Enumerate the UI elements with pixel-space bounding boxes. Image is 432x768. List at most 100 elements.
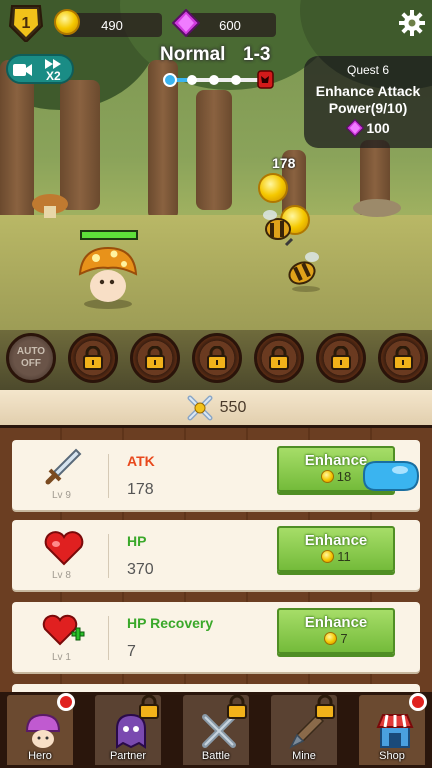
sword-icon bbox=[45, 448, 82, 485]
notification-dot bbox=[409, 693, 427, 711]
upgrade-card: Lv 1 HP Recovery 7 Enhance 7 bbox=[12, 602, 420, 672]
coin-icon bbox=[320, 470, 334, 483]
coin-count: 490 bbox=[101, 17, 123, 33]
shop-stall-icon bbox=[376, 714, 414, 748]
enhance-cost-value: 11 bbox=[337, 549, 351, 564]
heart-plus-icon bbox=[42, 614, 85, 646]
lock-icon bbox=[269, 346, 289, 370]
tree-trunk bbox=[196, 90, 232, 210]
gem-icon bbox=[172, 9, 200, 37]
auto-state: OFF bbox=[21, 358, 41, 369]
video-speed-button[interactable]: X2 bbox=[6, 54, 74, 84]
upgrade-value: 178 bbox=[127, 481, 154, 498]
locked-skill-slot[interactable] bbox=[254, 333, 304, 383]
enhance-button[interactable]: Enhance 7 bbox=[277, 608, 395, 654]
nav-label: Battle bbox=[201, 750, 231, 762]
player-level-badge[interactable]: 1 bbox=[8, 4, 44, 42]
nav-tab-shop[interactable]: Shop bbox=[356, 692, 428, 768]
nav-tab-mine[interactable]: Mine bbox=[268, 692, 340, 768]
quest-title: Quest 6 bbox=[346, 63, 390, 77]
gem-count: 600 bbox=[219, 17, 241, 33]
quest-description-line1: Enhance Attack bbox=[315, 83, 421, 99]
auto-label: AUTO bbox=[16, 346, 46, 357]
enhance-cost-value: 18 bbox=[336, 469, 352, 484]
upgrade-name: HP bbox=[127, 533, 147, 549]
upgrade-level: Lv 8 bbox=[52, 570, 71, 581]
quest-description-line2: Power(9/10) bbox=[328, 100, 408, 116]
upgrade-card: Lv 8 HP 370 Enhance 11 bbox=[12, 520, 420, 590]
mushroom-hero-icon bbox=[25, 713, 61, 748]
mushroom-decor-icon bbox=[32, 194, 68, 218]
stage-number: 1-3 bbox=[243, 44, 271, 65]
enhance-label: Enhance bbox=[304, 614, 368, 631]
gear-icon[interactable] bbox=[399, 10, 425, 36]
battle-scene: 1 490 600 X2 Normal 1-3 Quest 6 Enhance … bbox=[0, 0, 432, 390]
coin-icon bbox=[324, 632, 338, 645]
nav-label: Mine bbox=[292, 750, 316, 762]
mushroom-hero bbox=[78, 246, 138, 309]
upgrade-card: Lv 9 ATK 178 Enhance 18 bbox=[12, 440, 420, 510]
combat-power-icon bbox=[187, 395, 213, 420]
coin-icon bbox=[258, 173, 288, 203]
bee-enemy bbox=[263, 210, 294, 247]
video-camera-icon bbox=[13, 64, 32, 76]
upgrade-value: 370 bbox=[127, 561, 154, 578]
rock-decor-icon bbox=[353, 199, 401, 217]
nav-tab-battle[interactable]: Battle bbox=[180, 692, 252, 768]
combat-power-bar: 550 bbox=[0, 390, 432, 428]
nav-label: Shop bbox=[379, 750, 405, 762]
tree-trunk bbox=[0, 60, 34, 230]
divider bbox=[108, 616, 109, 660]
enhance-button[interactable]: Enhance 11 bbox=[277, 526, 395, 572]
gem-icon bbox=[346, 119, 365, 137]
speed-label: X2 bbox=[46, 69, 61, 83]
combat-power-value: 550 bbox=[219, 398, 247, 416]
upgrade-value: 7 bbox=[127, 643, 136, 660]
bottom-nav: Hero Partner Battle Mine Shop bbox=[0, 692, 432, 768]
lock-icon bbox=[331, 346, 351, 370]
notification-dot bbox=[57, 693, 75, 711]
quest-description: Enhance Attack Power(9/10) bbox=[304, 83, 432, 117]
tutorial-pointer-icon bbox=[360, 456, 422, 496]
enhance-cost: 11 bbox=[279, 549, 393, 564]
upgrade-level: Lv 1 bbox=[52, 652, 71, 663]
coin-icon bbox=[321, 550, 335, 563]
lock-icon bbox=[315, 695, 335, 719]
hero-hp-bar bbox=[80, 230, 138, 240]
coin-icon bbox=[54, 9, 80, 35]
quest-panel[interactable]: Quest 6 Enhance Attack Power(9/10) 100 bbox=[304, 56, 432, 148]
stage-progress bbox=[163, 70, 274, 89]
nav-tab-hero[interactable]: Hero bbox=[4, 692, 76, 768]
heart-icon bbox=[44, 531, 84, 566]
lock-icon bbox=[227, 695, 247, 719]
locked-skill-slot[interactable] bbox=[316, 333, 366, 383]
enhance-cost-value: 7 bbox=[340, 631, 348, 646]
lock-icon bbox=[83, 346, 103, 370]
skill-bar: AUTO OFF bbox=[0, 333, 432, 387]
lock-icon bbox=[207, 346, 227, 370]
auto-skill-toggle[interactable]: AUTO OFF bbox=[6, 333, 56, 383]
locked-skill-slot[interactable] bbox=[68, 333, 118, 383]
nav-label: Hero bbox=[28, 750, 52, 762]
stage-difficulty: Normal bbox=[160, 44, 226, 65]
locked-skill-slot[interactable] bbox=[130, 333, 180, 383]
tree-trunk bbox=[60, 80, 100, 210]
lock-icon bbox=[139, 695, 159, 719]
quest-reward: 100 bbox=[304, 119, 432, 137]
enhance-label: Enhance bbox=[304, 532, 368, 549]
locked-skill-slot[interactable] bbox=[192, 333, 242, 383]
lock-icon bbox=[145, 346, 165, 370]
coin-drop-amount: 178 bbox=[272, 155, 296, 171]
lock-icon bbox=[393, 346, 413, 370]
quest-reward-amount: 100 bbox=[366, 120, 390, 136]
divider bbox=[108, 534, 109, 578]
nav-label: Partner bbox=[109, 750, 147, 762]
locked-skill-slot[interactable] bbox=[378, 333, 428, 383]
nav-tab-partner[interactable]: Partner bbox=[92, 692, 164, 768]
upgrade-name: ATK bbox=[127, 453, 155, 469]
svg-text:1: 1 bbox=[22, 15, 31, 32]
enhance-cost: 7 bbox=[279, 631, 393, 646]
upgrade-name: HP Recovery bbox=[127, 615, 214, 631]
bee-enemy bbox=[288, 252, 320, 292]
divider bbox=[108, 454, 109, 498]
